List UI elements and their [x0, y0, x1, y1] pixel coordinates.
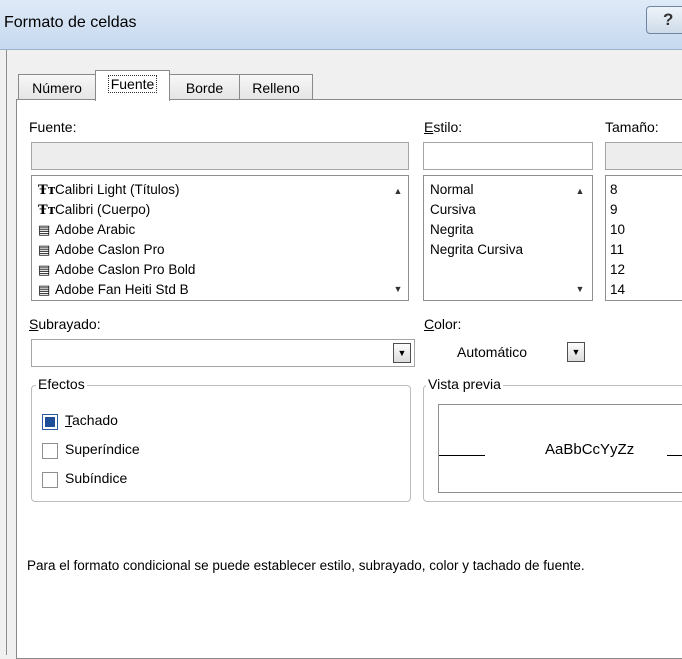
- truetype-font-icon: Ŧᴛ: [38, 183, 56, 198]
- truetype-font-icon: Ŧᴛ: [38, 203, 56, 218]
- list-item[interactable]: ▤ Adobe Caslon Pro Bold: [34, 260, 195, 280]
- underline-select[interactable]: ▼: [31, 339, 415, 367]
- tab-relleno[interactable]: Relleno: [239, 74, 313, 100]
- color-label-accesskey: C: [424, 316, 435, 332]
- underline-label-accesskey: S: [29, 316, 39, 332]
- font-item-label: Calibri (Cuerpo): [55, 202, 151, 217]
- font-item-label: Calibri Light (Títulos): [55, 182, 180, 197]
- list-item[interactable]: ŦᴛCalibri (Cuerpo): [34, 200, 195, 220]
- color-select[interactable]: Automático ▼: [423, 339, 591, 367]
- subscript-checkbox[interactable]: [42, 472, 58, 488]
- size-list[interactable]: 8 9 10 11 12 14: [605, 175, 682, 301]
- tab-fuente[interactable]: Fuente: [95, 70, 170, 101]
- list-item[interactable]: ▤ Adobe Arabic: [34, 220, 195, 240]
- list-item[interactable]: 10: [606, 220, 625, 240]
- tab-label: Número: [32, 80, 82, 96]
- list-item[interactable]: 11: [606, 240, 625, 260]
- help-button[interactable]: ?: [646, 6, 682, 34]
- font-item-label: Adobe Fan Heiti Std B: [55, 282, 189, 297]
- scroll-down-icon[interactable]: ▼: [572, 282, 588, 296]
- effects-group: Efectos Tachado Superíndice Subíndice: [31, 376, 411, 502]
- font-item-label: Adobe Caslon Pro: [55, 242, 165, 257]
- preview-title: Vista previa: [426, 376, 503, 392]
- strikethrough-accesskey: T: [65, 412, 72, 428]
- effects-title: Efectos: [36, 376, 87, 392]
- style-list[interactable]: Normal Cursiva Negrita Negrita Cursiva ▲…: [423, 175, 593, 301]
- color-label-rest: olor:: [434, 316, 462, 332]
- font-tab-panel: Fuente: ŦᴛCalibri Light (Títulos) ŦᴛCali…: [16, 99, 682, 659]
- font-item-label: Adobe Caslon Pro Bold: [55, 262, 196, 277]
- superscript-label: Superíndice: [65, 441, 140, 457]
- font-item-label: Adobe Arabic: [55, 222, 136, 237]
- list-item[interactable]: ▤ Adobe Caslon Pro: [34, 240, 195, 260]
- strikethrough-label: Tachado: [65, 412, 118, 428]
- tab-numero[interactable]: Número: [18, 74, 96, 100]
- opentype-font-icon: ▤: [38, 263, 51, 278]
- tab-borde[interactable]: Borde: [169, 74, 240, 100]
- list-item[interactable]: Negrita: [426, 220, 523, 240]
- list-item[interactable]: ŦᴛCalibri Light (Títulos): [34, 180, 195, 200]
- preview-box: AaBbCcYyZz: [438, 404, 682, 493]
- list-item[interactable]: 14: [606, 280, 625, 300]
- font-name-input[interactable]: [31, 142, 409, 170]
- window-title: Formato de celdas: [4, 14, 137, 31]
- size-list-items: 8 9 10 11 12 14: [606, 180, 625, 300]
- list-item[interactable]: Negrita Cursiva: [426, 240, 523, 260]
- dialog-client: Número Fuente Borde Relleno Fuente: ŦᴛCa…: [0, 50, 682, 659]
- font-label: Fuente:: [29, 119, 77, 135]
- preview-baseline-left: [439, 455, 485, 456]
- superscript-checkbox[interactable]: [42, 443, 58, 459]
- list-item[interactable]: 9: [606, 200, 625, 220]
- preview-baseline-right: [667, 455, 682, 456]
- color-label: Color:: [424, 316, 461, 332]
- scroll-up-icon[interactable]: ▲: [572, 184, 588, 198]
- help-icon: ?: [663, 10, 674, 29]
- style-list-items: Normal Cursiva Negrita Negrita Cursiva: [426, 180, 523, 260]
- strikethrough-checkbox[interactable]: [42, 414, 58, 430]
- underline-label: Subrayado:: [29, 316, 101, 332]
- window-left-border: [6, 50, 7, 655]
- style-input[interactable]: [423, 142, 593, 170]
- chevron-down-icon[interactable]: ▼: [393, 343, 411, 363]
- size-label: Tamaño:: [605, 119, 659, 135]
- list-item[interactable]: 12: [606, 260, 625, 280]
- style-label-rest: stilo:: [433, 119, 463, 135]
- opentype-font-icon: ▤: [38, 223, 51, 238]
- font-list-items: ŦᴛCalibri Light (Títulos) ŦᴛCalibri (Cue…: [34, 180, 195, 300]
- opentype-font-icon: ▤: [38, 243, 51, 258]
- style-label-accesskey: E: [424, 119, 434, 135]
- tab-label: Borde: [185, 80, 224, 96]
- list-item[interactable]: Cursiva: [426, 200, 523, 220]
- subscript-label: Subíndice: [65, 470, 128, 486]
- font-list[interactable]: ŦᴛCalibri Light (Títulos) ŦᴛCalibri (Cue…: [31, 175, 409, 301]
- title-bar: Formato de celdas ?: [0, 0, 682, 50]
- tab-label: Relleno: [252, 80, 300, 96]
- list-item[interactable]: ▤ Adobe Fan Heiti Std B: [34, 280, 195, 300]
- list-item[interactable]: 8: [606, 180, 625, 200]
- strikethrough-label-rest: achado: [72, 412, 118, 428]
- conditional-format-info: Para el formato condicional se puede est…: [27, 558, 585, 573]
- style-label: Estilo:: [424, 119, 462, 135]
- color-value: Automático: [457, 344, 528, 360]
- opentype-font-icon: ▤: [38, 283, 51, 298]
- size-input[interactable]: [605, 142, 682, 170]
- scroll-up-icon[interactable]: ▲: [390, 184, 406, 198]
- preview-sample: AaBbCcYyZz: [545, 441, 635, 458]
- underline-label-rest: ubrayado:: [38, 316, 101, 332]
- tab-label: Fuente: [107, 75, 158, 93]
- preview-group: Vista previa AaBbCcYyZz: [423, 376, 682, 502]
- chevron-down-icon[interactable]: ▼: [567, 342, 585, 362]
- list-item[interactable]: Normal: [426, 180, 523, 200]
- scroll-down-icon[interactable]: ▼: [390, 282, 406, 296]
